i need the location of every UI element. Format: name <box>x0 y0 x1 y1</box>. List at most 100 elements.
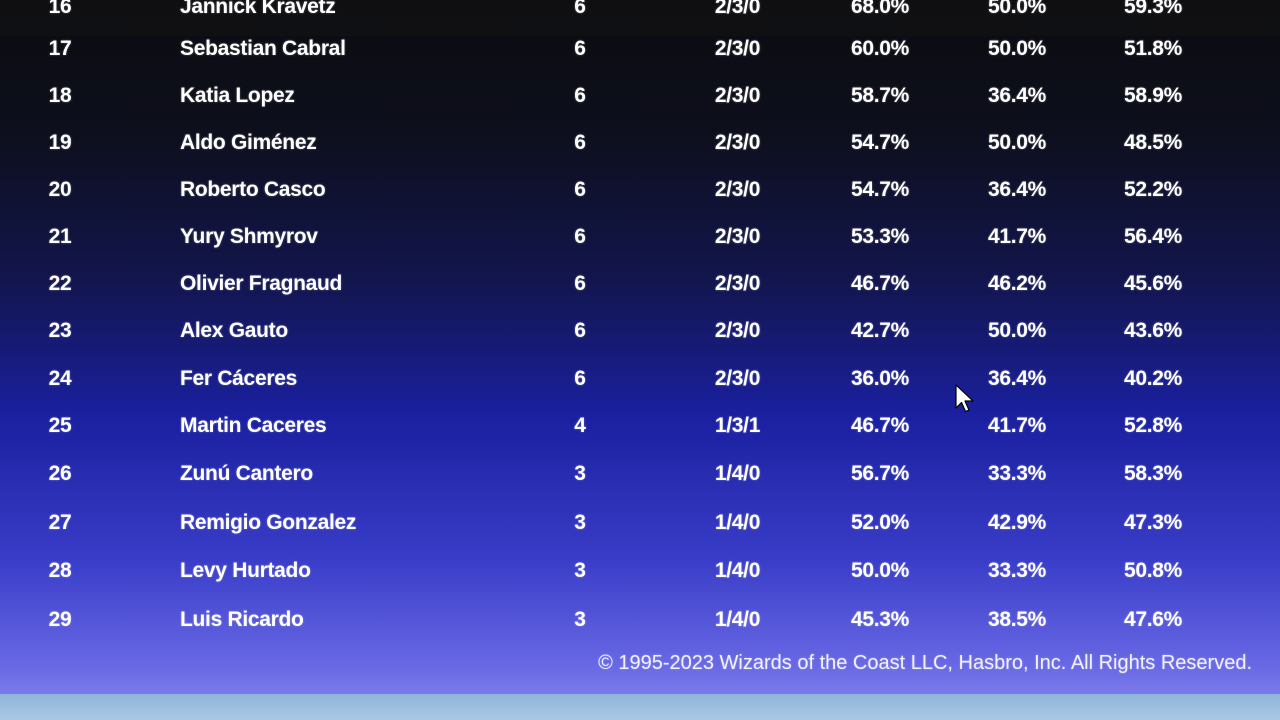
points-cell: 3 <box>574 511 586 534</box>
player-name: Remigio Gonzalez <box>180 511 357 534</box>
record-cell: 1/4/0 <box>714 511 761 534</box>
ogw-cell: 58.3% <box>1123 462 1183 485</box>
rank-cell: 18 <box>48 84 72 107</box>
gw-cell: 50.0% <box>987 319 1047 342</box>
table-row: 20 Roberto Casco 6 2/3/0 54.7% 36.4% 52.… <box>0 175 1280 205</box>
rank-cell: 29 <box>48 608 72 631</box>
rank-cell: 25 <box>48 414 72 437</box>
omw-cell: 52.0% <box>850 511 910 534</box>
points-cell: 6 <box>574 37 586 60</box>
record-cell: 2/3/0 <box>714 131 761 154</box>
player-name: Levy Hurtado <box>180 559 311 582</box>
ogw-cell: 50.8% <box>1123 559 1183 582</box>
points-cell: 4 <box>574 414 586 437</box>
record-cell: 1/4/0 <box>714 462 761 485</box>
gw-cell: 36.4% <box>987 178 1047 201</box>
player-name: Jannick Kravetz <box>180 0 336 18</box>
table-row: 22 Olivier Fragnaud 6 2/3/0 46.7% 46.2% … <box>0 269 1280 299</box>
rank-cell: 22 <box>48 272 72 295</box>
rank-cell: 24 <box>48 367 72 390</box>
player-name: Martin Caceres <box>180 414 327 437</box>
gw-cell: 50.0% <box>987 0 1047 18</box>
rank-cell: 20 <box>48 178 72 201</box>
rank-cell: 19 <box>48 131 72 154</box>
rank-cell: 23 <box>48 319 72 342</box>
points-cell: 6 <box>574 0 586 18</box>
omw-cell: 36.0% <box>850 367 910 390</box>
points-cell: 3 <box>574 608 586 631</box>
gw-cell: 36.4% <box>987 367 1047 390</box>
table-row: 26 Zunú Cantero 3 1/4/0 56.7% 33.3% 58.3… <box>0 459 1280 489</box>
record-cell: 2/3/0 <box>714 272 761 295</box>
points-cell: 3 <box>574 559 586 582</box>
ogw-cell: 51.8% <box>1123 37 1183 60</box>
record-cell: 2/3/0 <box>714 37 761 60</box>
ogw-cell: 59.3% <box>1123 0 1183 18</box>
gw-cell: 41.7% <box>987 414 1047 437</box>
player-name: Alex Gauto <box>180 319 288 342</box>
rank-cell: 28 <box>48 559 72 582</box>
taskbar-strip <box>0 694 1280 720</box>
gw-cell: 46.2% <box>987 272 1047 295</box>
record-cell: 2/3/0 <box>714 367 761 390</box>
ogw-cell: 47.6% <box>1123 608 1183 631</box>
points-cell: 6 <box>574 178 586 201</box>
omw-cell: 54.7% <box>850 178 910 201</box>
omw-cell: 45.3% <box>850 608 910 631</box>
record-cell: 1/4/0 <box>714 559 761 582</box>
omw-cell: 42.7% <box>850 319 910 342</box>
record-cell: 2/3/0 <box>714 178 761 201</box>
record-cell: 2/3/0 <box>714 0 761 18</box>
player-name: Yury Shmyrov <box>180 225 318 248</box>
player-name: Sebastian Cabral <box>180 37 346 60</box>
omw-cell: 50.0% <box>850 559 910 582</box>
points-cell: 6 <box>574 367 586 390</box>
gw-cell: 38.5% <box>987 608 1047 631</box>
ogw-cell: 47.3% <box>1123 511 1183 534</box>
omw-cell: 53.3% <box>850 225 910 248</box>
points-cell: 6 <box>574 319 586 342</box>
table-row: 25 Martin Caceres 4 1/3/1 46.7% 41.7% 52… <box>0 411 1280 441</box>
rank-cell: 27 <box>48 511 72 534</box>
table-row: 18 Katia Lopez 6 2/3/0 58.7% 36.4% 58.9% <box>0 81 1280 111</box>
gw-cell: 50.0% <box>987 131 1047 154</box>
ogw-cell: 56.4% <box>1123 225 1183 248</box>
copyright-footer: © 1995-2023 Wizards of the Coast LLC, Ha… <box>598 652 1252 674</box>
ogw-cell: 48.5% <box>1123 131 1183 154</box>
table-row: 16 Jannick Kravetz 6 2/3/0 68.0% 50.0% 5… <box>0 0 1280 22</box>
table-row: 19 Aldo Giménez 6 2/3/0 54.7% 50.0% 48.5… <box>0 128 1280 158</box>
mouse-pointer-icon <box>955 384 977 414</box>
omw-cell: 46.7% <box>850 414 910 437</box>
table-row: 23 Alex Gauto 6 2/3/0 42.7% 50.0% 43.6% <box>0 316 1280 346</box>
table-row: 17 Sebastian Cabral 6 2/3/0 60.0% 50.0% … <box>0 34 1280 64</box>
gw-cell: 41.7% <box>987 225 1047 248</box>
points-cell: 3 <box>574 462 586 485</box>
points-cell: 6 <box>574 225 586 248</box>
record-cell: 1/4/0 <box>714 608 761 631</box>
ogw-cell: 58.9% <box>1123 84 1183 107</box>
record-cell: 2/3/0 <box>714 84 761 107</box>
rank-cell: 16 <box>48 0 72 18</box>
table-row: 24 Fer Cáceres 6 2/3/0 36.0% 36.4% 40.2% <box>0 364 1280 394</box>
player-name: Zunú Cantero <box>180 462 313 485</box>
player-name: Olivier Fragnaud <box>180 272 343 295</box>
table-row: 27 Remigio Gonzalez 3 1/4/0 52.0% 42.9% … <box>0 508 1280 538</box>
gw-cell: 36.4% <box>987 84 1047 107</box>
table-row: 29 Luis Ricardo 3 1/4/0 45.3% 38.5% 47.6… <box>0 605 1280 635</box>
omw-cell: 54.7% <box>850 131 910 154</box>
player-name: Luis Ricardo <box>180 608 304 631</box>
omw-cell: 58.7% <box>850 84 910 107</box>
omw-cell: 56.7% <box>850 462 910 485</box>
ogw-cell: 45.6% <box>1123 272 1183 295</box>
gw-cell: 33.3% <box>987 559 1047 582</box>
ogw-cell: 52.2% <box>1123 178 1183 201</box>
points-cell: 6 <box>574 272 586 295</box>
table-row: 21 Yury Shmyrov 6 2/3/0 53.3% 41.7% 56.4… <box>0 222 1280 252</box>
gw-cell: 33.3% <box>987 462 1047 485</box>
record-cell: 2/3/0 <box>714 319 761 342</box>
rank-cell: 17 <box>48 37 72 60</box>
record-cell: 1/3/1 <box>714 414 761 437</box>
table-row: 28 Levy Hurtado 3 1/4/0 50.0% 33.3% 50.8… <box>0 556 1280 586</box>
points-cell: 6 <box>574 84 586 107</box>
omw-cell: 68.0% <box>850 0 910 18</box>
